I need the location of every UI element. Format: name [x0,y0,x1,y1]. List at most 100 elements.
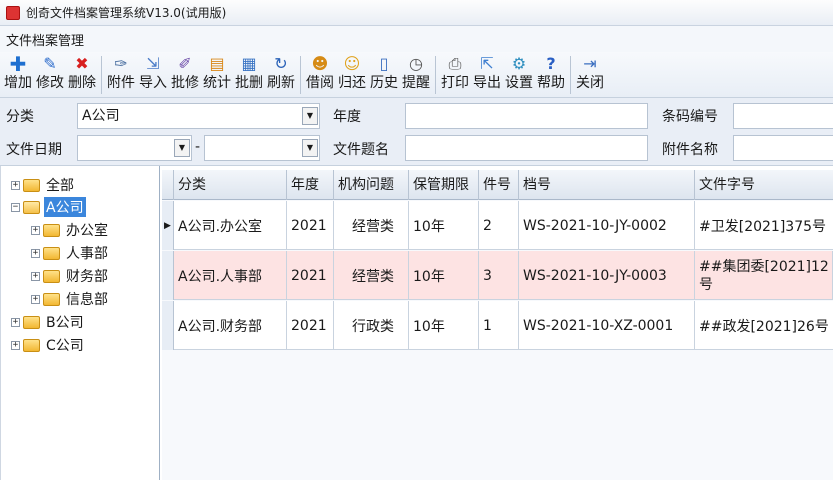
batch-edit-button[interactable]: ✐ 批修 [169,52,201,98]
cell-doc-no: ##政发[2021]26号 [695,301,833,350]
column-header-doc-no[interactable]: 文件字号 [695,170,833,200]
cell-archive-no: WS-2021-10-JY-0002 [519,201,695,250]
tree-item-all[interactable]: + 全部 [11,174,76,196]
expand-icon[interactable]: + [31,271,40,281]
import-button[interactable]: ⇲ 导入 [137,52,169,98]
category-select[interactable]: A公司 [77,103,320,129]
section-bar: 文件档案管理 [0,26,833,52]
tree-item-company-c[interactable]: + C公司 [11,334,86,356]
cell-org: 经营类 [334,251,409,300]
filter-panel: 分类 A公司 ▼ 年度 条码编号 文件日期 ▼ - ▼ 文件题名 附件名称 [0,98,833,166]
row-indicator [162,251,174,300]
cell-category: A公司.人事部 [174,251,287,300]
table-row[interactable]: A公司.财务部 2021 行政类 10年 1 WS-2021-10-XZ-000… [162,301,833,350]
expand-icon[interactable]: + [31,225,40,235]
table-header: 分类 年度 机构问题 保管期限 件号 档号 文件字号 [162,170,833,200]
history-document-icon: ▯ [379,54,389,73]
expand-icon[interactable]: + [11,340,20,350]
cell-item-no: 2 [479,201,519,250]
tree-item-office[interactable]: + 办公室 [31,219,110,241]
expand-icon[interactable]: + [11,180,20,190]
tree-item-company-a[interactable]: − A公司 [11,196,86,218]
folder-icon [23,315,40,329]
toolbar-group-misc: ⎙ 打印 ⇱ 导出 ⚙ 设置 ? 帮助 [439,52,567,98]
year-input[interactable] [405,103,648,129]
exit-door-icon: ⇥ [583,54,597,73]
import-icon: ⇲ [146,54,160,73]
export-button[interactable]: ⇱ 导出 [471,52,503,98]
folder-icon [23,338,40,352]
date-separator: - [195,139,201,155]
red-x-icon: ✖ [75,54,89,73]
tree-item-info[interactable]: + 信息部 [31,288,110,310]
attachment-button[interactable]: ✑ 附件 [105,52,137,98]
doc-title-input[interactable] [405,135,648,161]
attachment-name-label: 附件名称 [662,142,718,158]
column-header-org[interactable]: 机构问题 [334,170,409,200]
folder-icon [43,269,60,283]
settings-button[interactable]: ⚙ 设置 [503,52,535,98]
tree-item-finance[interactable]: + 财务部 [31,265,110,287]
cell-retention: 10年 [409,201,479,250]
toolbar-group-exit: ⇥ 关闭 [574,52,606,98]
app-logo-icon [6,5,20,20]
chevron-down-icon[interactable]: ▼ [302,107,318,125]
remind-button[interactable]: ◷ 提醒 [400,52,432,98]
column-header-item-no[interactable]: 件号 [479,170,519,200]
cell-doc-no: #卫发[2021]375号 [695,201,833,250]
barcode-input[interactable] [733,103,833,129]
cell-retention: 10年 [409,301,479,350]
toolbar: ✚ 增加 ✎ 修改 ✖ 删除 ✑ 附件 ⇲ 导入 ✐ 批修 ▤ 统计 ▦ 批删 … [0,52,833,98]
category-label: 分类 [6,109,34,125]
borrow-button[interactable]: ☻ 借阅 [304,52,336,98]
column-header-archive-no[interactable]: 档号 [519,170,695,200]
toolbar-group-edit: ✚ 增加 ✎ 修改 ✖ 删除 [2,52,98,98]
pencil-icon: ✎ [43,54,57,73]
toolbar-separator [570,56,571,94]
expand-icon[interactable]: + [31,248,40,258]
tree-item-hr[interactable]: + 人事部 [31,242,110,264]
person-return-icon: ☺ [343,54,361,73]
toolbar-group-manage: ✑ 附件 ⇲ 导入 ✐ 批修 ▤ 统计 ▦ 批删 ↻ 刷新 [105,52,297,98]
folder-icon [43,223,60,237]
cell-category: A公司.财务部 [174,301,287,350]
cell-item-no: 1 [479,301,519,350]
open-folder-icon [23,200,40,214]
cell-year: 2021 [287,201,334,250]
print-button[interactable]: ⎙ 打印 [439,52,471,98]
expand-icon[interactable]: + [11,317,20,327]
statistics-button[interactable]: ▤ 统计 [201,52,233,98]
cell-org: 行政类 [334,301,409,350]
section-title[interactable]: 文件档案管理 [6,30,84,49]
title-bar: 创奇文件档案管理系统V13.0(试用版) [0,0,833,26]
folder-icon [23,178,40,192]
table-row[interactable]: A公司.人事部 2021 经营类 10年 3 WS-2021-10-JY-000… [162,251,833,300]
tree-item-company-b[interactable]: + B公司 [11,311,86,333]
return-button[interactable]: ☺ 归还 [336,52,368,98]
delete-button[interactable]: ✖ 删除 [66,52,98,98]
close-button[interactable]: ⇥ 关闭 [574,52,606,98]
toolbar-separator [101,56,102,94]
folder-icon [43,292,60,306]
category-tree: + 全部 − A公司 + 办公室 + 人事部 + 财务部 + 信息部 + B公司… [0,166,160,480]
chevron-down-icon[interactable]: ▼ [174,139,190,157]
column-header-category[interactable]: 分类 [174,170,287,200]
column-header-retention[interactable]: 保管期限 [409,170,479,200]
chevron-down-icon[interactable]: ▼ [302,139,318,157]
collapse-icon[interactable]: − [11,202,20,212]
toolbar-group-borrow: ☻ 借阅 ☺ 归还 ▯ 历史 ◷ 提醒 [304,52,432,98]
history-button[interactable]: ▯ 历史 [368,52,400,98]
cell-doc-no: ##集团委[2021]12号 [695,251,833,300]
refresh-button[interactable]: ↻ 刷新 [265,52,297,98]
add-button[interactable]: ✚ 增加 [2,52,34,98]
attachment-name-input[interactable] [733,135,833,161]
help-button[interactable]: ? 帮助 [535,52,567,98]
header-indicator-cell [162,170,174,200]
cell-archive-no: WS-2021-10-XZ-0001 [519,301,695,350]
toolbar-separator [300,56,301,94]
edit-button[interactable]: ✎ 修改 [34,52,66,98]
expand-icon[interactable]: + [31,294,40,304]
batch-delete-button[interactable]: ▦ 批删 [233,52,265,98]
column-header-year[interactable]: 年度 [287,170,334,200]
table-row[interactable]: ▶ A公司.办公室 2021 经营类 10年 2 WS-2021-10-JY-0… [162,201,833,250]
